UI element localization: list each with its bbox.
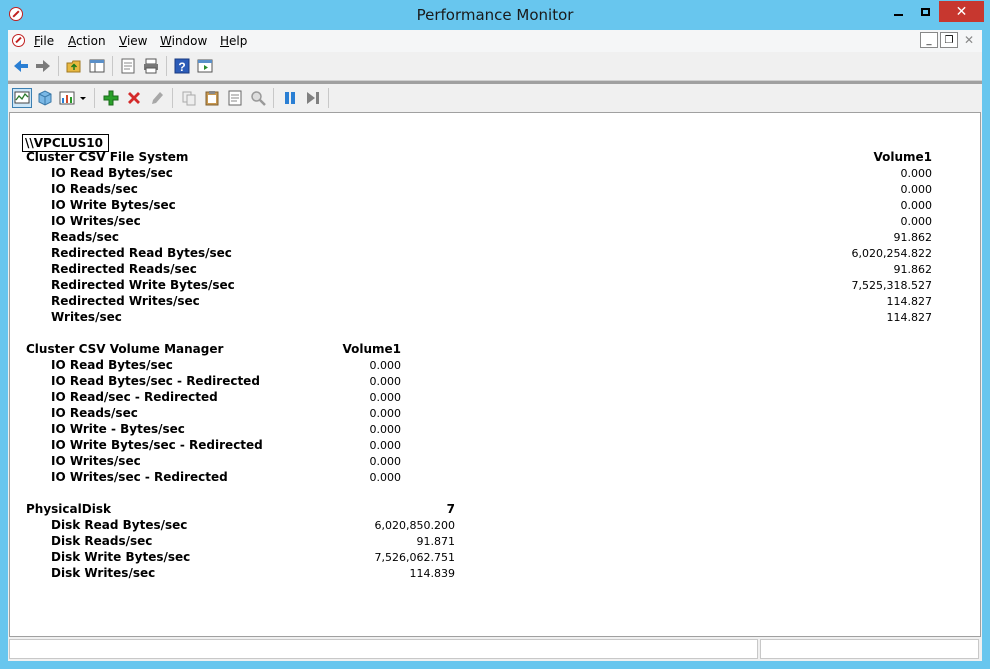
- counter-name[interactable]: Reads/sec: [51, 230, 119, 244]
- counter-name[interactable]: Disk Reads/sec: [51, 534, 152, 548]
- counter-name[interactable]: IO Writes/sec: [51, 454, 141, 468]
- delete-counter-icon[interactable]: [125, 89, 143, 107]
- mdi-restore-button[interactable]: ❐: [940, 32, 958, 48]
- maximize-icon: [921, 7, 930, 16]
- view-log-data-icon[interactable]: [36, 89, 54, 107]
- minimize-icon: [894, 13, 903, 16]
- mdi-close-button[interactable]: ✕: [960, 32, 978, 48]
- menu-file[interactable]: File: [34, 34, 54, 48]
- counter-value: 0.000: [369, 455, 402, 468]
- counter-value: 0.000: [900, 199, 933, 212]
- add-counter-icon[interactable]: [102, 89, 120, 107]
- up-folder-icon[interactable]: [65, 57, 83, 75]
- report-view: \\VPCLUS10 Cluster CSV File System Volume…: [9, 112, 981, 637]
- counter-name[interactable]: Redirected Read Bytes/sec: [51, 246, 232, 260]
- mdi-minimize-button[interactable]: _: [920, 32, 938, 48]
- counter-value: 0.000: [369, 471, 402, 484]
- properties-icon[interactable]: [226, 89, 244, 107]
- counter-value: 91.862: [893, 263, 933, 276]
- counter-value: 0.000: [369, 391, 402, 404]
- counter-value: 0.000: [369, 423, 402, 436]
- counter-name[interactable]: IO Reads/sec: [51, 182, 138, 196]
- counter-value: 6,020,850.200: [374, 519, 455, 532]
- counter-value: 114.839: [409, 567, 456, 580]
- instance-name[interactable]: Volume1: [201, 342, 401, 356]
- mdi-controls: _ ❐ ✕: [920, 32, 978, 48]
- menu-view[interactable]: View: [119, 34, 147, 48]
- close-icon: ✕: [955, 3, 968, 20]
- object-name[interactable]: Cluster CSV Volume Manager: [26, 342, 223, 356]
- menu-help[interactable]: Help: [220, 34, 247, 48]
- minimize-icon: _: [926, 34, 932, 46]
- counter-name[interactable]: IO Read Bytes/sec: [51, 358, 173, 372]
- main-toolbar: ?: [8, 52, 982, 81]
- print-icon[interactable]: [142, 57, 160, 75]
- counter-name[interactable]: IO Read/sec - Redirected: [51, 390, 218, 404]
- counter-name[interactable]: IO Write - Bytes/sec: [51, 422, 185, 436]
- svg-text:?: ?: [178, 60, 185, 74]
- counter-name[interactable]: IO Read Bytes/sec: [51, 166, 173, 180]
- instance-name[interactable]: Volume1: [732, 150, 932, 164]
- paste-counter-list-icon[interactable]: [203, 89, 221, 107]
- show-hide-console-tree-icon[interactable]: [88, 57, 106, 75]
- counter-value: 0.000: [900, 167, 933, 180]
- properties-icon[interactable]: [119, 57, 137, 75]
- counter-value: 7,526,062.751: [374, 551, 455, 564]
- forward-arrow-icon[interactable]: [34, 57, 52, 75]
- client-area: File Action View Window Help _ ❐ ✕ ? \\V…: [8, 30, 982, 661]
- chevron-down-icon[interactable]: [78, 89, 88, 107]
- freeze-display-icon[interactable]: [281, 89, 299, 107]
- zoom-magnifier-icon[interactable]: [249, 89, 267, 107]
- help-icon[interactable]: ?: [173, 57, 191, 75]
- mdi-system-menu-icon[interactable]: [12, 34, 25, 47]
- menu-action[interactable]: Action: [68, 34, 106, 48]
- show-hide-action-pane-icon[interactable]: [196, 57, 214, 75]
- close-icon: ✕: [963, 33, 975, 47]
- counter-value: 0.000: [369, 439, 402, 452]
- counter-value: 7,525,318.527: [851, 279, 932, 292]
- highlight-pencil-icon[interactable]: [148, 89, 166, 107]
- counter-name[interactable]: IO Write Bytes/sec: [51, 198, 176, 212]
- counter-value: 0.000: [900, 183, 933, 196]
- title-bar[interactable]: Performance Monitor ✕: [0, 0, 990, 30]
- counter-value: 0.000: [369, 359, 402, 372]
- object-name[interactable]: PhysicalDisk: [26, 502, 111, 516]
- counter-name[interactable]: Disk Write Bytes/sec: [51, 550, 190, 564]
- counter-name[interactable]: Redirected Write Bytes/sec: [51, 278, 235, 292]
- update-data-icon[interactable]: [304, 89, 322, 107]
- perfmon-toolbar: [8, 84, 982, 112]
- counter-value: 0.000: [369, 407, 402, 420]
- status-bar: [8, 637, 982, 661]
- counter-name[interactable]: Redirected Writes/sec: [51, 294, 200, 308]
- copy-properties-icon[interactable]: [180, 89, 198, 107]
- status-pane-secondary: [760, 639, 979, 659]
- counter-name[interactable]: Redirected Reads/sec: [51, 262, 197, 276]
- counter-value: 114.827: [886, 295, 933, 308]
- counter-value: 91.862: [893, 231, 933, 244]
- counter-value: 114.827: [886, 311, 933, 324]
- close-button[interactable]: ✕: [939, 1, 984, 22]
- menu-window[interactable]: Window: [160, 34, 207, 48]
- view-current-activity-icon[interactable]: [12, 88, 32, 108]
- counter-name[interactable]: Writes/sec: [51, 310, 122, 324]
- menu-bar: File Action View Window Help _ ❐ ✕: [8, 30, 982, 52]
- counter-value: 0.000: [369, 375, 402, 388]
- restore-icon: ❐: [944, 34, 954, 46]
- counter-name[interactable]: Disk Read Bytes/sec: [51, 518, 187, 532]
- counter-value: 0.000: [900, 215, 933, 228]
- window-title: Performance Monitor: [416, 6, 574, 24]
- instance-name[interactable]: 7: [255, 502, 455, 516]
- maximize-button[interactable]: [912, 1, 939, 22]
- back-arrow-icon[interactable]: [12, 57, 30, 75]
- counter-value: 91.871: [416, 535, 456, 548]
- minimize-button[interactable]: [885, 1, 912, 22]
- object-name[interactable]: Cluster CSV File System: [26, 150, 188, 164]
- change-graph-type-icon[interactable]: [58, 89, 76, 107]
- counter-name[interactable]: IO Writes/sec: [51, 214, 141, 228]
- counter-value: 6,020,254.822: [851, 247, 932, 260]
- status-pane-main: [9, 639, 758, 659]
- counter-name[interactable]: Disk Writes/sec: [51, 566, 155, 580]
- counter-name[interactable]: IO Reads/sec: [51, 406, 138, 420]
